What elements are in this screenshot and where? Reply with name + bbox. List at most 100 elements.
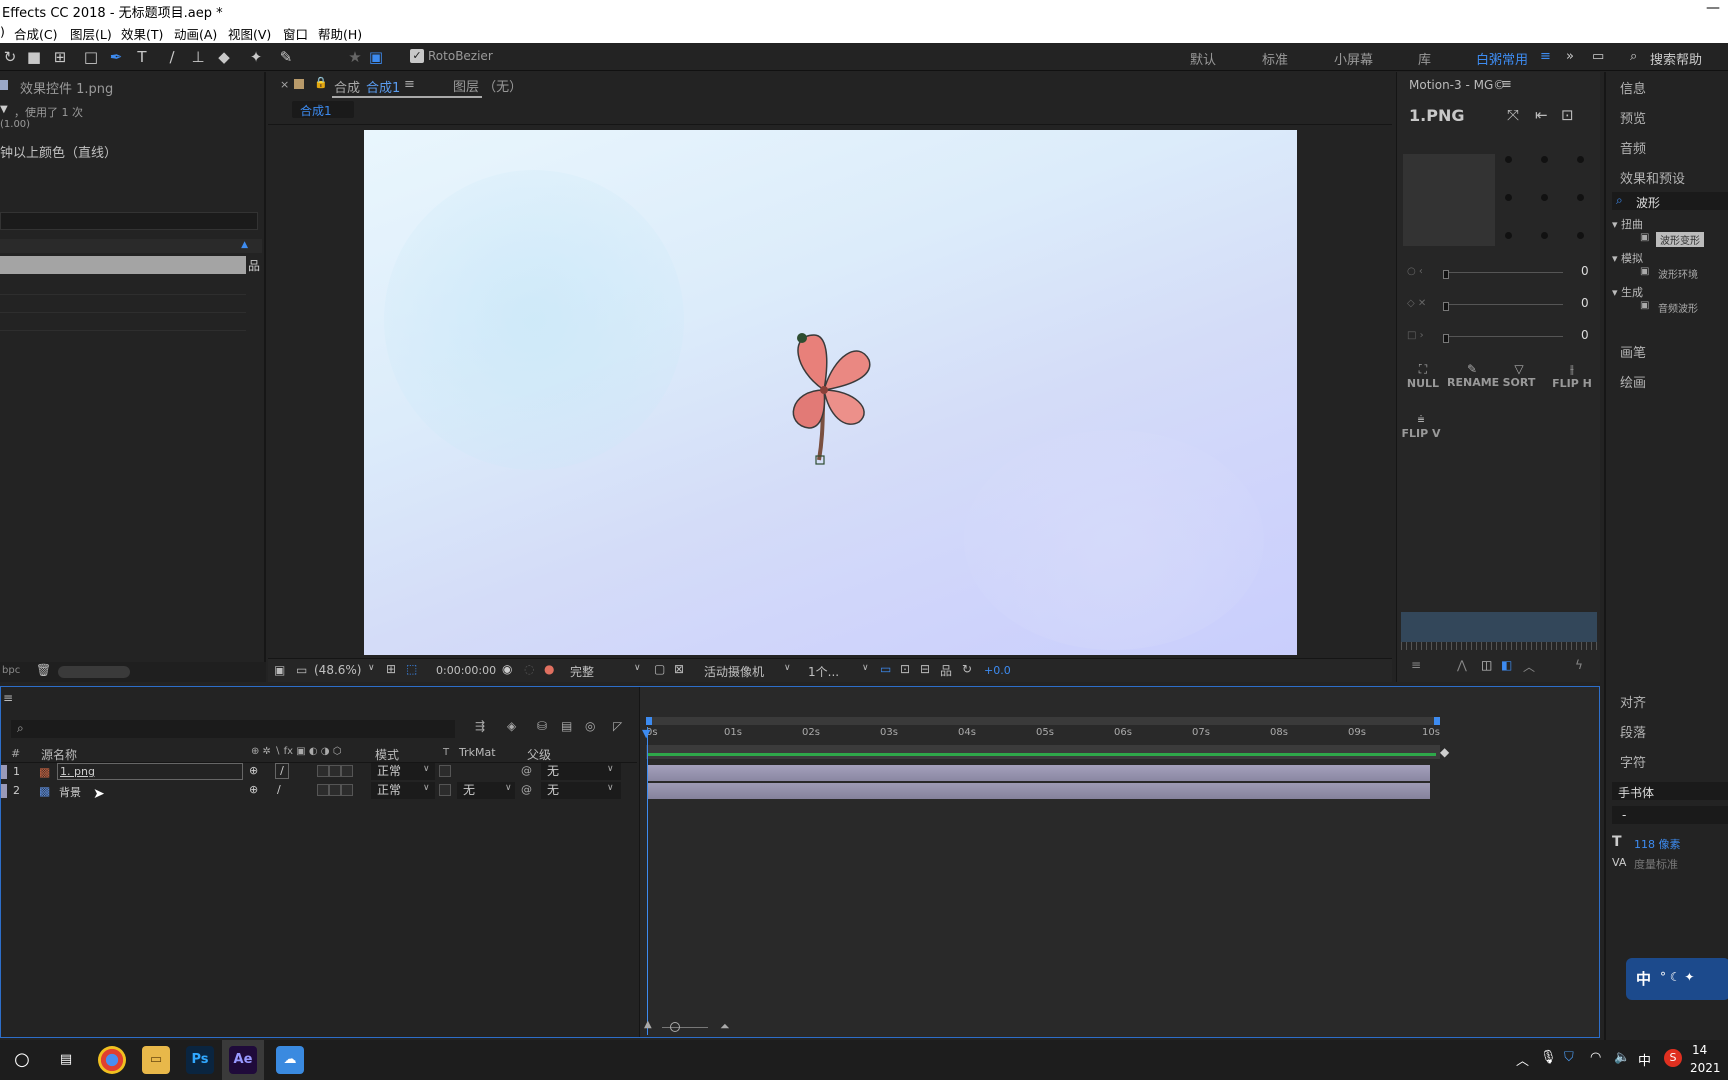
table-row[interactable]: 2 ▩ 背景 ➤ ⊕ ∕ 正常 ∨ 无 ∨ @ 无 ∨ [1,782,637,802]
type-tool-icon[interactable]: T [132,47,152,67]
snapshot-icon[interactable]: ◉ [502,662,512,676]
sync-settings-icon[interactable]: ▭ [1592,49,1604,64]
zoom-slider[interactable]: ▲ ⏶ [644,1019,764,1035]
display-icon[interactable]: ▭ [296,663,307,677]
camera-tool-icon[interactable]: ■ [24,47,44,67]
after-effects-icon[interactable]: Ae [229,1046,257,1074]
panel-menu-icon[interactable]: ≡ [1501,77,1512,92]
pickwhip-icon[interactable]: @ [521,783,532,796]
zoom-dropdown[interactable]: (48.6%) [314,663,361,677]
time-navigator[interactable] [646,717,1440,725]
workspace-standard[interactable]: 标准 [1262,49,1288,68]
paint-panel-tab[interactable]: 绘画 [1620,372,1646,391]
exposure-value[interactable]: +0.0 [984,664,1011,677]
ime-toolbar[interactable]: 中 ° ☾ ✦ [1626,958,1728,1000]
quality-switch[interactable]: ∕ [277,783,281,796]
always-preview-icon[interactable]: ▣ [274,663,285,677]
layer-bar-2[interactable] [648,783,1430,799]
panel-menu-icon[interactable]: ≡ [3,691,13,705]
panel-split-icon[interactable]: ◫ [1481,658,1492,672]
layer-label-color[interactable] [1,784,7,798]
group-generate[interactable]: ▾ 生成 [1612,284,1643,300]
navigator-start-handle[interactable] [646,717,652,725]
timeline-icon[interactable]: ⊟ [920,662,930,676]
switch-boxes[interactable] [317,765,353,780]
slider-row-2[interactable]: ◇ ✕ 0 [1407,296,1597,314]
flip-v-button[interactable]: ⩧ FLIP V [1401,412,1441,452]
trash-icon[interactable]: 🗑 [36,663,51,677]
after-effects-taskbar-active[interactable]: Ae [222,1040,264,1080]
layer-name[interactable]: 1. png [60,765,95,778]
grid-guides-icon[interactable]: ⊞ [386,662,396,676]
sogou-icon[interactable]: S [1664,1049,1682,1067]
column-source-name[interactable]: 源名称 [41,746,77,763]
bpc-label[interactable]: bpc [2,665,20,676]
sort-up-icon[interactable]: ▲ [241,240,248,250]
hierarchy-icon[interactable]: 品 [248,257,260,274]
menu-item-layer[interactable]: 图层(L) [70,24,112,43]
layer-viewer-tab[interactable]: 图层 （无） [453,76,522,95]
tab-menu-icon[interactable]: ≡ [404,77,415,92]
clock-time[interactable]: 14 [1692,1043,1707,1057]
anchor-grid[interactable] [1501,156,1591,242]
close-tab-icon[interactable]: × [280,78,289,91]
character-panel-tab[interactable]: 字符 [1620,752,1646,771]
anchor-left-icon[interactable]: ⇤ [1535,106,1548,124]
column-parent[interactable]: 父级 [527,746,551,763]
toggle-pixel-aspect-icon[interactable]: ▭ [880,662,891,676]
app-icon[interactable]: ☁ [276,1046,304,1074]
show-snapshot-icon[interactable]: ◌ [524,662,534,676]
font-family-dropdown[interactable]: 手书体 [1612,782,1728,800]
layer-label-color[interactable] [1,765,7,779]
quality-switch[interactable]: ∕ [275,763,289,779]
graph-editor-icon[interactable]: ◸ [613,719,622,733]
ime-indicator[interactable]: 中 [1638,1050,1651,1069]
chevron-down-icon[interactable]: ∨ [634,663,641,673]
current-time-indicator[interactable] [647,727,648,1035]
table-row[interactable]: 1 ▩ 1. png ⊕ ∕ 正常 ∨ @ 无 ∨ [1,763,637,781]
pan-behind-tool-icon[interactable]: ⊞ [50,47,70,67]
views-dropdown[interactable]: 1个... [808,663,839,680]
workspace-library[interactable]: 库 [1418,49,1431,68]
work-area-bar[interactable] [646,745,1440,759]
effect-search-field[interactable] [0,212,258,230]
pickwhip-icon[interactable]: @ [521,764,532,777]
motion-blur-icon[interactable]: ◎ [585,719,595,733]
preview-panel-tab[interactable]: 预览 [1620,108,1646,127]
lightning-icon[interactable]: ϟ [1575,658,1583,672]
menu-item-animation[interactable]: 动画(A) [174,24,217,43]
column-trkmat[interactable]: TrkMat [459,746,496,759]
menu-item-help[interactable]: 帮助(H) [318,24,362,43]
chevron-up-icon[interactable]: ︿ [1523,658,1535,675]
paragraph-panel-tab[interactable]: 段落 [1620,722,1646,741]
time-ruler[interactable]: 0s 01s 02s 03s 04s 05s 06s 07s 08s 09s 10s [646,727,1440,743]
search-help[interactable]: 搜索帮助 [1650,49,1702,68]
switch-boxes[interactable] [317,784,353,799]
lock-icon[interactable]: 🔒 [314,76,328,89]
resolution-dropdown[interactable]: 完整 [570,663,594,680]
anchor-fit-icon[interactable]: ⤧ [1507,106,1519,124]
menu-item-composition[interactable]: 合成(C) [14,24,57,43]
brush-tool-icon[interactable]: ∕ [162,47,182,67]
thumbnail-slider[interactable] [58,666,130,678]
composition-viewer[interactable] [364,130,1297,655]
preserve-transparency-checkbox[interactable] [439,784,451,799]
fill-icon[interactable]: ▣ [366,47,386,67]
time-graph[interactable]: 0s 01s 02s 03s 04s 05s 06s 07s 08s 09s 10s ▼ ◆ ▲ ⏶ [639,687,1599,1037]
layer-name-box[interactable]: 1. png [57,763,243,780]
region-of-interest-icon[interactable]: ▢ [654,662,665,676]
audio-panel-tab[interactable]: 音频 [1620,138,1646,157]
chevron-down-icon[interactable]: ∨ [368,663,375,673]
flowchart-icon[interactable]: 品 [940,662,952,679]
volume-icon[interactable]: 🔈 [1614,1050,1630,1065]
transparency-grid-icon[interactable]: ⊠ [674,662,684,676]
rotate-tool-icon[interactable]: ↻ [0,47,20,67]
clock-date[interactable]: 2021 [1690,1061,1721,1075]
effect-list-selected-row[interactable] [0,256,246,274]
sort-button[interactable]: ▽ SORT [1497,362,1541,402]
group-simulation[interactable]: ▾ 模拟 [1612,250,1643,266]
puppet-pin-tool-icon[interactable]: ✎ [276,47,296,67]
wifi-icon[interactable]: ◠ [1590,1050,1601,1065]
menu-item-effect[interactable]: 效果(T) [121,24,163,43]
group-distort[interactable]: ▾ 扭曲 [1612,216,1643,232]
